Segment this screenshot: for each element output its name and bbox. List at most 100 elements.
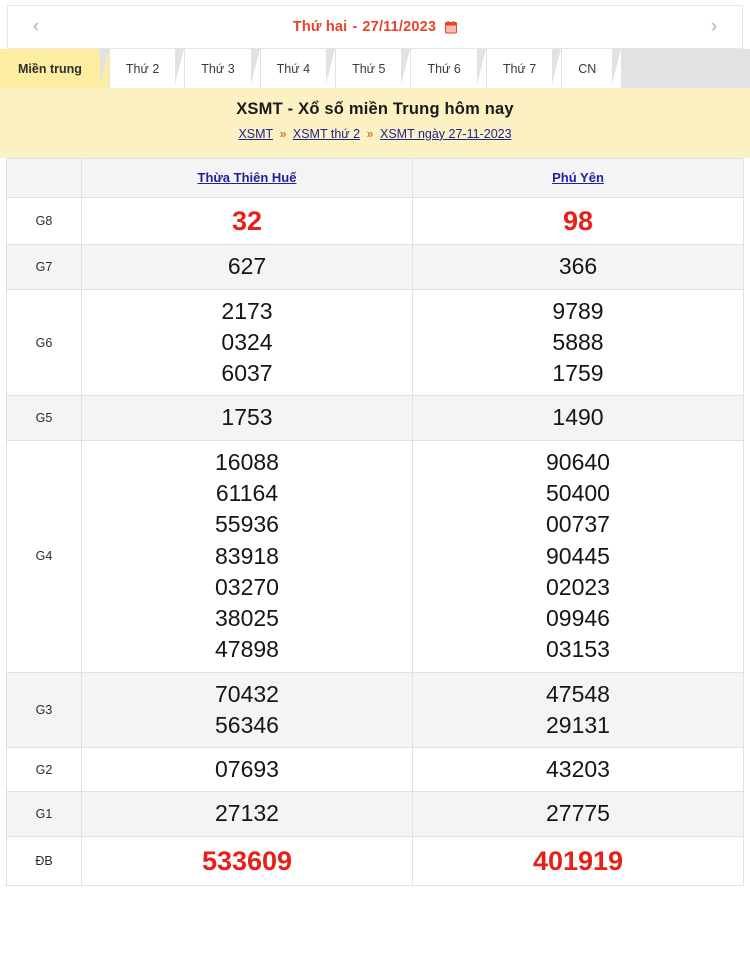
prize-label-g5: G5 <box>7 396 82 440</box>
result-number: 43203 <box>417 754 739 785</box>
result-cell-g2-phu-yen: 43203 <box>413 748 744 792</box>
table-row-g6: G6 2173 0324 6037 9789 5888 1759 <box>7 289 744 396</box>
result-cell-g7-phu-yen: 366 <box>413 245 744 289</box>
result-number: 03153 <box>417 634 739 665</box>
result-cell-g7-hue: 627 <box>82 245 413 289</box>
breadcrumb-separator: » <box>367 127 374 141</box>
result-number: 32 <box>86 203 408 240</box>
result-number: 627 <box>86 251 408 282</box>
result-number: 00737 <box>417 509 739 540</box>
result-cell-g4-hue: 16088 61164 55936 83918 03270 38025 4789… <box>82 440 413 672</box>
page-title: XSMT - Xổ số miền Trung hôm nay <box>10 98 740 122</box>
tab-cn[interactable]: CN <box>562 49 612 88</box>
result-number: 0324 <box>86 327 408 358</box>
result-number: 98 <box>417 203 739 240</box>
table-row-g3: G3 70432 56346 47548 29131 <box>7 672 744 748</box>
prize-label-g4: G4 <box>7 440 82 672</box>
prize-label-g3: G3 <box>7 672 82 748</box>
table-row-g8: G8 32 98 <box>7 197 744 245</box>
tab-label: CN <box>578 62 596 76</box>
tab-mien-trung[interactable]: Miền trung <box>0 49 100 88</box>
breadcrumb: XSMT » XSMT thứ 2 » XSMT ngày 27-11-2023 <box>10 125 740 144</box>
breadcrumb-item-xsmt[interactable]: XSMT <box>238 127 273 141</box>
result-number: 03270 <box>86 572 408 603</box>
lottery-results-page: ‹ Thứ hai - 27/11/2023 › Miền trung Thứ … <box>0 5 750 969</box>
tab-label: Thứ 5 <box>352 62 385 76</box>
result-number: 16088 <box>86 447 408 478</box>
date-navigation-bar: ‹ Thứ hai - 27/11/2023 › <box>7 5 743 49</box>
result-number: 9789 <box>417 296 739 327</box>
result-number: 47898 <box>86 634 408 665</box>
table-row-db: ĐB 533609 401919 <box>7 836 744 886</box>
results-table-container: Thừa Thiên Huế Phú Yên G8 32 98 <box>0 158 750 887</box>
tab-thu-4[interactable]: Thứ 4 <box>261 49 326 88</box>
result-number: 61164 <box>86 478 408 509</box>
province-link-phu-yen[interactable]: Phú Yên <box>552 170 604 185</box>
table-row-g2: G2 07693 43203 <box>7 748 744 792</box>
prize-column-header <box>7 158 82 197</box>
province-column-header-phu-yen: Phú Yên <box>413 158 744 197</box>
result-number: 50400 <box>417 478 739 509</box>
result-number: 09946 <box>417 603 739 634</box>
result-number: 47548 <box>417 679 739 710</box>
result-number: 90640 <box>417 447 739 478</box>
tab-label: Thứ 4 <box>277 62 310 76</box>
result-number: 90445 <box>417 541 739 572</box>
result-number: 29131 <box>417 710 739 741</box>
result-cell-g1-phu-yen: 27775 <box>413 792 744 836</box>
day-tab-bar: Miền trung Thứ 2 Thứ 3 Thứ 4 Thứ 5 Thứ 6… <box>0 49 750 88</box>
result-number: 56346 <box>86 710 408 741</box>
result-number: 27132 <box>86 798 408 829</box>
result-number: 533609 <box>86 843 408 880</box>
tab-label: Thứ 6 <box>427 62 460 76</box>
result-cell-g3-hue: 70432 56346 <box>82 672 413 748</box>
result-number: 1759 <box>417 358 739 389</box>
previous-day-arrow-icon[interactable]: ‹ <box>16 6 56 48</box>
table-row-g7: G7 627 366 <box>7 245 744 289</box>
breadcrumb-separator: » <box>279 127 286 141</box>
result-cell-g6-phu-yen: 9789 5888 1759 <box>413 289 744 396</box>
breadcrumb-item-xsmt-date[interactable]: XSMT ngày 27-11-2023 <box>380 127 512 141</box>
result-number: 70432 <box>86 679 408 710</box>
lottery-results-table: Thừa Thiên Huế Phú Yên G8 32 98 <box>6 158 744 887</box>
tab-thu-3[interactable]: Thứ 3 <box>185 49 250 88</box>
result-number: 401919 <box>417 843 739 880</box>
date-text: 27/11/2023 <box>362 19 436 35</box>
result-number: 83918 <box>86 541 408 572</box>
table-row-g5: G5 1753 1490 <box>7 396 744 440</box>
current-date-label: Thứ hai - 27/11/2023 <box>293 19 457 35</box>
tab-thu-7[interactable]: Thứ 7 <box>487 49 552 88</box>
result-number: 1753 <box>86 402 408 433</box>
result-number: 6037 <box>86 358 408 389</box>
tab-label: Miền trung <box>18 62 82 76</box>
tab-thu-6[interactable]: Thứ 6 <box>411 49 476 88</box>
tab-thu-2[interactable]: Thứ 2 <box>110 49 175 88</box>
tab-label: Thứ 2 <box>126 62 159 76</box>
result-number: 366 <box>417 251 739 282</box>
table-row-g1: G1 27132 27775 <box>7 792 744 836</box>
date-separator: - <box>352 19 357 35</box>
breadcrumb-item-xsmt-thu-2[interactable]: XSMT thứ 2 <box>293 127 360 141</box>
calendar-icon[interactable] <box>445 21 457 34</box>
result-cell-g2-hue: 07693 <box>82 748 413 792</box>
result-number: 1490 <box>417 402 739 433</box>
result-number: 07693 <box>86 754 408 785</box>
prize-label-g1: G1 <box>7 792 82 836</box>
result-number: 02023 <box>417 572 739 603</box>
tab-label: Thứ 7 <box>503 62 536 76</box>
result-cell-db-phu-yen: 401919 <box>413 836 744 886</box>
result-cell-db-hue: 533609 <box>82 836 413 886</box>
tab-label: Thứ 3 <box>201 62 234 76</box>
result-cell-g4-phu-yen: 90640 50400 00737 90445 02023 09946 0315… <box>413 440 744 672</box>
page-banner: XSMT - Xổ số miền Trung hôm nay XSMT » X… <box>0 88 750 158</box>
result-number: 27775 <box>417 798 739 829</box>
table-header-row: Thừa Thiên Huế Phú Yên <box>7 158 744 197</box>
province-link-hue[interactable]: Thừa Thiên Huế <box>198 170 297 185</box>
prize-label-g8: G8 <box>7 197 82 245</box>
result-cell-g8-hue: 32 <box>82 197 413 245</box>
prize-label-g2: G2 <box>7 748 82 792</box>
result-cell-g3-phu-yen: 47548 29131 <box>413 672 744 748</box>
next-day-arrow-icon[interactable]: › <box>694 6 734 48</box>
tab-thu-5[interactable]: Thứ 5 <box>336 49 401 88</box>
results-table-body: G8 32 98 G7 627 366 <box>7 197 744 886</box>
